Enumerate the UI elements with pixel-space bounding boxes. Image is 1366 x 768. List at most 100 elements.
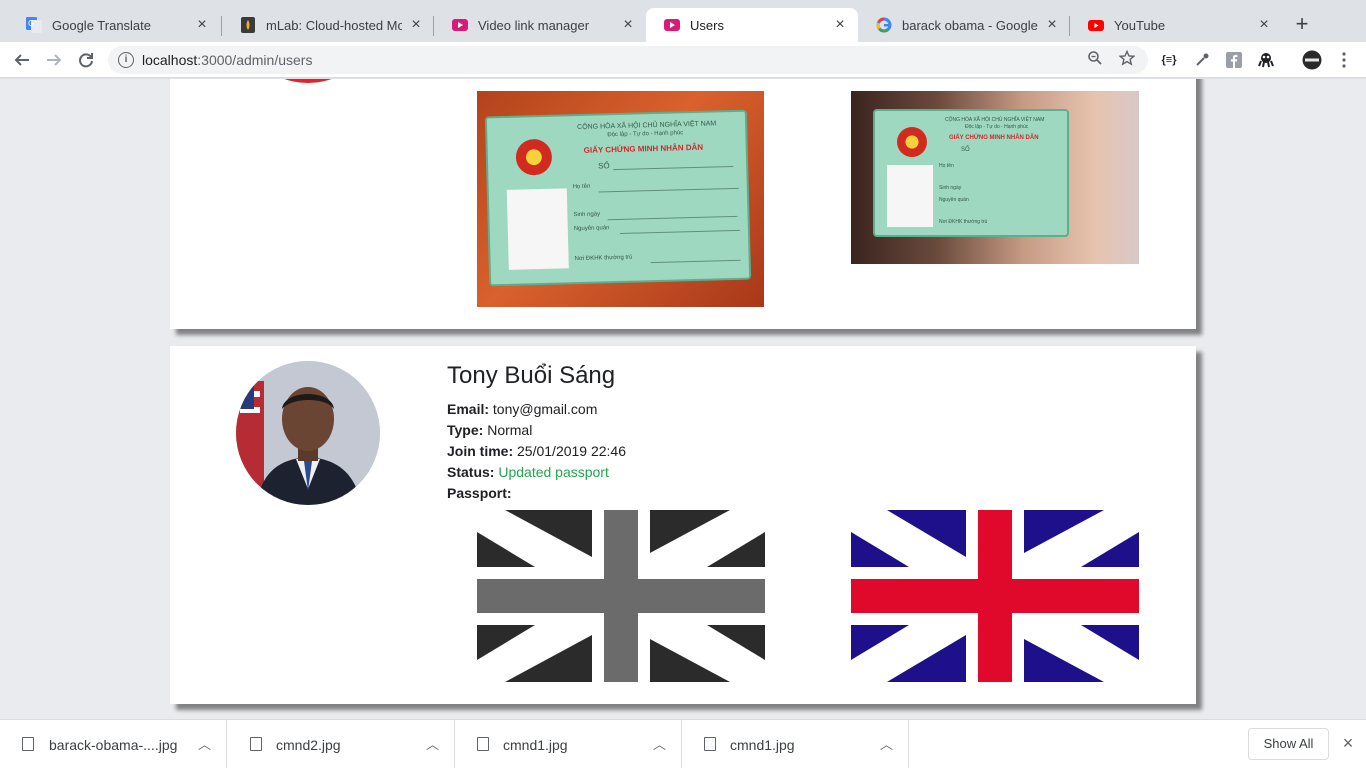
tab-mlab[interactable]: mLab: Cloud-hosted MongoDB × bbox=[222, 8, 434, 42]
join-time-field: Join time: 25/01/2019 22:46 bbox=[447, 443, 626, 459]
id-card-field-label: Sinh ngày bbox=[939, 185, 962, 191]
email-field: Email: tony@gmail.com bbox=[447, 401, 597, 417]
url-path: :3000/admin/users bbox=[197, 52, 313, 68]
id-card-subheader: Độc lập - Tự do - Hạnh phúc bbox=[607, 130, 684, 139]
id-card-field-label: Nguyên quán bbox=[573, 225, 610, 233]
download-item[interactable]: cmnd1.jpg ︿ bbox=[455, 720, 682, 768]
id-card-title: GIẤY CHỨNG MINH NHÂN DÂN bbox=[949, 135, 1039, 141]
reload-button[interactable] bbox=[74, 48, 98, 72]
passport-label: Passport: bbox=[447, 485, 512, 501]
id-card-field-label: Nguyên quán bbox=[939, 197, 969, 203]
passport-image-color[interactable] bbox=[851, 510, 1139, 682]
close-icon[interactable]: × bbox=[408, 17, 424, 33]
menu-kebab-icon[interactable] bbox=[1332, 48, 1356, 72]
id-card-field-label: Nơi ĐKHK thường trú bbox=[574, 254, 633, 263]
status-field: Status: Updated passport bbox=[447, 464, 609, 480]
file-icon bbox=[477, 737, 489, 751]
status-value: Updated passport bbox=[498, 464, 609, 480]
id-card-title: GIẤY CHỨNG MINH NHÂN DÂN bbox=[583, 142, 704, 155]
close-icon[interactable]: × bbox=[1044, 17, 1060, 33]
address-bar[interactable]: i localhost:3000/admin/users bbox=[108, 46, 1148, 74]
tab-google-translate[interactable]: G Google Translate × bbox=[8, 8, 220, 42]
id-card-field-label: Sinh ngày bbox=[573, 211, 601, 219]
user-name: Tony Buổi Sáng bbox=[447, 362, 616, 389]
forward-button[interactable] bbox=[42, 48, 66, 72]
status-label: Status: bbox=[447, 464, 495, 480]
id-card: CỘNG HÒA XÃ HỘI CHỦ NGHĨA VIỆT NAM Độc l… bbox=[873, 109, 1069, 237]
id-card-number-label: SỐ bbox=[598, 161, 610, 171]
url-text[interactable]: localhost:3000/admin/users bbox=[142, 52, 312, 68]
id-card-header: CỘNG HÒA XÃ HỘI CHỦ NGHĨA VIỆT NAM bbox=[577, 120, 717, 132]
back-arrow-icon bbox=[14, 54, 29, 66]
tab-title: Video link manager bbox=[478, 17, 590, 33]
tab-users[interactable]: Users × bbox=[646, 8, 858, 42]
zoom-icon[interactable] bbox=[1085, 50, 1105, 70]
tab-title: Google Translate bbox=[52, 17, 152, 33]
tab-title: Users bbox=[690, 17, 724, 33]
id-card-number-label: SỐ bbox=[961, 147, 970, 153]
show-all-downloads-button[interactable]: Show All bbox=[1248, 728, 1329, 760]
passport-image-back[interactable]: CỘNG HÒA XÃ HỘI CHỦ NGHĨA VIỆT NAM Độc l… bbox=[851, 91, 1139, 264]
chevron-up-icon[interactable]: ︿ bbox=[653, 734, 666, 753]
tab-google-search[interactable]: barack obama - Google Search × bbox=[858, 8, 1070, 42]
tab-video-link-manager[interactable]: Video link manager × bbox=[434, 8, 646, 42]
passport-image-grayscale[interactable] bbox=[477, 510, 765, 682]
id-card: CỘNG HÒA XÃ HỘI CHỦ NGHĨA VIỆT NAM Độc l… bbox=[484, 109, 752, 287]
mlab-icon bbox=[240, 17, 256, 33]
id-photo-placeholder bbox=[506, 188, 569, 270]
id-card-field-label: Nơi ĐKHK thường trú bbox=[939, 219, 988, 225]
google-translate-icon: G bbox=[26, 17, 42, 33]
info-icon[interactable]: i bbox=[118, 52, 134, 68]
octopus-extension-icon[interactable] bbox=[1254, 48, 1278, 72]
browser-toolbar: i localhost:3000/admin/users {≡} bbox=[0, 42, 1366, 78]
download-item[interactable]: cmnd1.jpg ︿ bbox=[682, 720, 909, 768]
type-field: Type: Normal bbox=[447, 422, 532, 438]
video-manager-icon bbox=[452, 17, 468, 33]
emblem-icon bbox=[897, 127, 927, 157]
download-item[interactable]: barack-obama-....jpg ︿ bbox=[0, 720, 227, 768]
id-card-field-label: Họ tên bbox=[939, 163, 954, 169]
download-item[interactable]: cmnd2.jpg ︿ bbox=[228, 720, 455, 768]
svg-text:G: G bbox=[28, 19, 34, 28]
tab-title: YouTube bbox=[1114, 17, 1166, 33]
admin-users-page: CỘNG HÒA XÃ HỘI CHỦ NGHĨA VIỆT NAM Độc l… bbox=[0, 79, 1366, 719]
passport-image-front[interactable]: CỘNG HÒA XÃ HỘI CHỦ NGHĨA VIỆT NAM Độc l… bbox=[477, 91, 764, 307]
tab-strip: G Google Translate × mLab: Cloud-hosted … bbox=[0, 0, 1366, 42]
type-label: Type: bbox=[447, 422, 484, 438]
tab-youtube[interactable]: YouTube × bbox=[1070, 8, 1282, 42]
id-card-subheader: Độc lập - Tự do - Hạnh phúc bbox=[965, 124, 1029, 130]
join-time-value: 25/01/2019 22:46 bbox=[517, 443, 627, 459]
avatar bbox=[236, 361, 380, 505]
tab-title: barack obama - Google Search bbox=[902, 17, 1038, 33]
back-button[interactable] bbox=[10, 48, 34, 72]
file-icon bbox=[704, 737, 716, 751]
facebook-extension-icon[interactable] bbox=[1222, 48, 1246, 72]
close-icon[interactable]: × bbox=[194, 17, 210, 33]
email-value: tony@gmail.com bbox=[492, 401, 598, 417]
file-icon bbox=[22, 737, 34, 751]
chevron-up-icon[interactable]: ︿ bbox=[880, 734, 893, 753]
chevron-up-icon[interactable]: ︿ bbox=[426, 734, 439, 753]
json-viewer-extension-icon[interactable]: {≡} bbox=[1157, 48, 1181, 72]
video-manager-icon bbox=[664, 17, 680, 33]
email-label: Email: bbox=[447, 401, 490, 417]
chevron-up-icon[interactable]: ︿ bbox=[198, 734, 211, 753]
new-tab-button[interactable]: + bbox=[1290, 13, 1314, 37]
close-icon[interactable]: × bbox=[620, 17, 636, 33]
download-filename: cmnd1.jpg bbox=[503, 737, 568, 753]
close-icon[interactable]: × bbox=[1256, 17, 1272, 33]
close-icon[interactable]: × bbox=[832, 17, 848, 33]
tab-title: mLab: Cloud-hosted MongoDB bbox=[266, 17, 402, 33]
passport-field: Passport: bbox=[447, 485, 512, 501]
user-portrait-image bbox=[236, 361, 380, 505]
profile-avatar-icon[interactable] bbox=[1300, 48, 1324, 72]
url-host: localhost bbox=[142, 52, 198, 68]
bookmark-star-icon[interactable] bbox=[1117, 49, 1137, 70]
download-filename: cmnd2.jpg bbox=[276, 737, 341, 753]
user-card: CỘNG HÒA XÃ HỘI CHỦ NGHĨA VIỆT NAM Độc l… bbox=[170, 79, 1196, 329]
close-icon[interactable]: × bbox=[1339, 734, 1357, 752]
id-card-field-label: Họ tên bbox=[572, 183, 591, 191]
file-icon bbox=[250, 737, 262, 751]
eyedropper-extension-icon[interactable] bbox=[1190, 48, 1214, 72]
forward-arrow-icon bbox=[47, 54, 62, 66]
